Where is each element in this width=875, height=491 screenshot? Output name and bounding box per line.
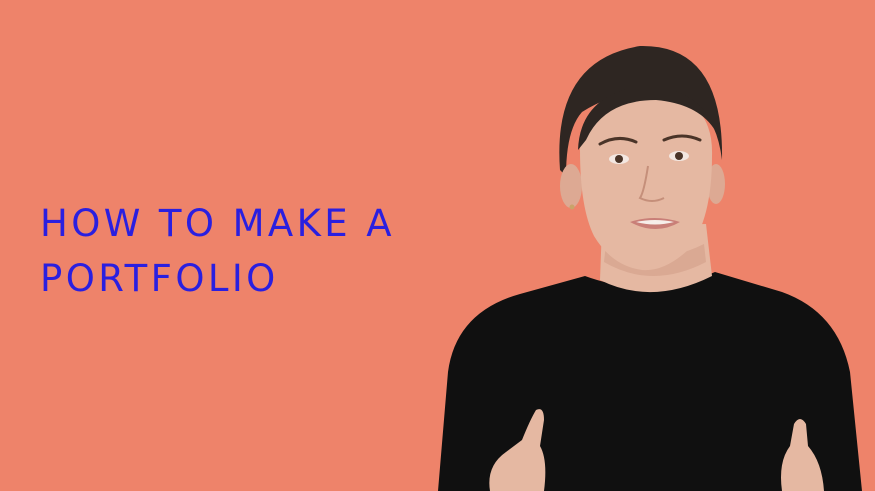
left-iris xyxy=(615,155,623,163)
video-title: HOW TO MAKE A PORTFOLIO xyxy=(40,196,395,306)
earring xyxy=(569,204,575,210)
video-frame: HOW TO MAKE A PORTFOLIO xyxy=(0,0,875,491)
right-iris xyxy=(675,152,683,160)
left-ear xyxy=(560,164,582,208)
title-line-2: PORTFOLIO xyxy=(40,257,279,300)
title-line-1: HOW TO MAKE A xyxy=(40,202,395,245)
